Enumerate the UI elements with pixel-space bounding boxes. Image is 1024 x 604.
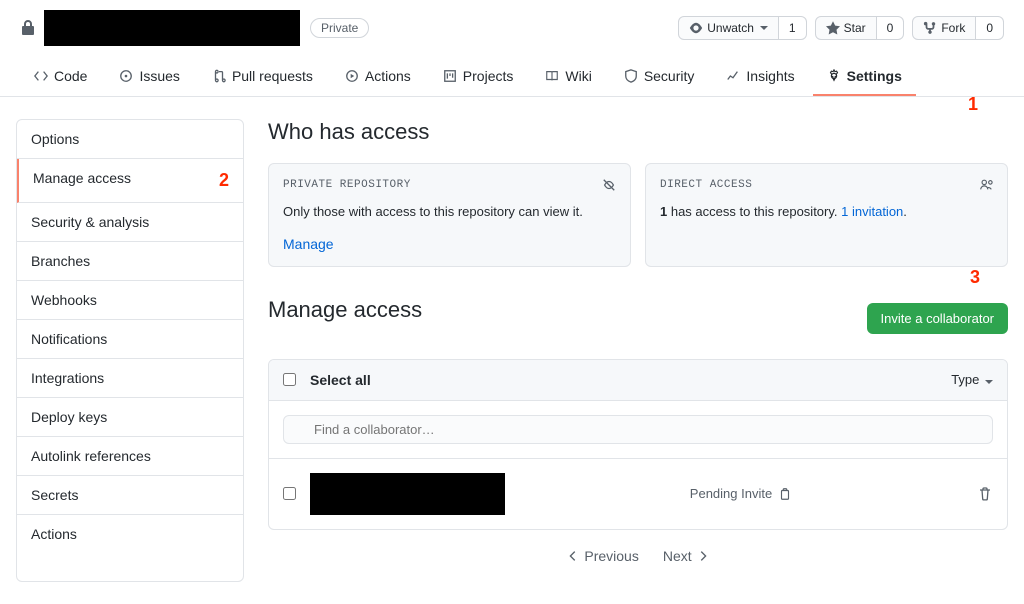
fork-group[interactable]: Fork 0 bbox=[912, 16, 1004, 40]
tab-issues[interactable]: Issues bbox=[105, 58, 193, 96]
direct-access-card: DIRECT ACCESS 1 has access to this repos… bbox=[645, 163, 1008, 267]
invitation-link[interactable]: 1 invitation bbox=[841, 204, 903, 219]
find-collaborator-input[interactable] bbox=[283, 415, 993, 444]
fork-icon bbox=[923, 21, 937, 35]
sidebar-item-deploy-keys[interactable]: Deploy keys bbox=[17, 398, 243, 437]
sidebar-item-webhooks[interactable]: Webhooks bbox=[17, 281, 243, 320]
tab-wiki[interactable]: Wiki bbox=[531, 58, 605, 96]
invite-collaborator-button[interactable]: Invite a collaborator bbox=[867, 303, 1008, 334]
manage-link[interactable]: Manage bbox=[283, 236, 616, 252]
private-card-body: Only those with access to this repositor… bbox=[283, 202, 616, 222]
tab-projects[interactable]: Projects bbox=[429, 58, 528, 96]
lock-icon bbox=[20, 20, 36, 36]
pagination: Previous Next bbox=[268, 530, 1008, 582]
chevron-right-icon bbox=[696, 549, 710, 563]
fork-label: Fork bbox=[941, 21, 965, 35]
tab-insights[interactable]: Insights bbox=[712, 58, 808, 96]
unwatch-count: 1 bbox=[779, 16, 807, 40]
private-card-title: PRIVATE REPOSITORY bbox=[283, 179, 411, 191]
book-icon bbox=[545, 69, 559, 83]
select-all-label: Select all bbox=[310, 372, 371, 388]
fork-count: 0 bbox=[976, 16, 1004, 40]
pull-request-icon bbox=[212, 69, 226, 83]
private-badge: Private bbox=[310, 18, 369, 38]
previous-page[interactable]: Previous bbox=[566, 548, 638, 564]
star-count: 0 bbox=[877, 16, 905, 40]
direct-card-title: DIRECT ACCESS bbox=[660, 179, 752, 191]
collaborator-name-redacted bbox=[310, 473, 505, 515]
repo-tabs: Code Issues Pull requests Actions Projec… bbox=[0, 58, 1024, 97]
caret-down-icon bbox=[760, 26, 768, 30]
people-icon bbox=[979, 178, 993, 192]
row-checkbox[interactable] bbox=[283, 487, 296, 500]
tab-security[interactable]: Security bbox=[610, 58, 709, 96]
issues-icon bbox=[119, 69, 133, 83]
private-repo-card: PRIVATE REPOSITORY Only those with acces… bbox=[268, 163, 631, 267]
pending-invite-label: Pending Invite bbox=[690, 486, 772, 501]
next-page[interactable]: Next bbox=[663, 548, 710, 564]
select-all-checkbox[interactable] bbox=[283, 373, 296, 386]
tab-actions[interactable]: Actions bbox=[331, 58, 425, 96]
callout-2: 2 bbox=[219, 170, 229, 191]
caret-down-icon bbox=[985, 380, 993, 384]
graph-icon bbox=[726, 69, 740, 83]
repo-name-redacted bbox=[44, 10, 300, 46]
sidebar-item-notifications[interactable]: Notifications bbox=[17, 320, 243, 359]
trash-icon[interactable] bbox=[977, 486, 993, 502]
tab-code[interactable]: Code bbox=[20, 58, 101, 96]
shield-icon bbox=[624, 69, 638, 83]
sidebar-item-options[interactable]: Options bbox=[17, 120, 243, 159]
collaborator-row: Pending Invite bbox=[269, 459, 1007, 529]
star-icon bbox=[826, 21, 840, 35]
who-has-access-heading: Who has access bbox=[268, 119, 1008, 145]
projects-icon bbox=[443, 69, 457, 83]
sidebar-item-secrets[interactable]: Secrets bbox=[17, 476, 243, 515]
main-content: Who has access PRIVATE REPOSITORY Only t… bbox=[268, 119, 1008, 582]
collaborators-panel: Select all Type Pending Invite bbox=[268, 359, 1008, 530]
sidebar-item-manage-access[interactable]: Manage access2 bbox=[17, 159, 243, 203]
sidebar-item-branches[interactable]: Branches bbox=[17, 242, 243, 281]
tab-pull-requests[interactable]: Pull requests bbox=[198, 58, 327, 96]
repo-header: Private Unwatch 1 Star 0 Fork 0 bbox=[0, 0, 1024, 58]
sidebar-item-autolink[interactable]: Autolink references bbox=[17, 437, 243, 476]
settings-sidebar: Options Manage access2 Security & analys… bbox=[16, 119, 244, 582]
sidebar-item-security[interactable]: Security & analysis bbox=[17, 203, 243, 242]
eye-icon bbox=[689, 21, 703, 35]
eye-closed-icon bbox=[602, 178, 616, 192]
star-label: Star bbox=[844, 21, 866, 35]
unwatch-group[interactable]: Unwatch 1 bbox=[678, 16, 806, 40]
callout-1: 1 bbox=[968, 94, 978, 115]
copy-icon[interactable] bbox=[778, 487, 792, 501]
sidebar-item-integrations[interactable]: Integrations bbox=[17, 359, 243, 398]
callout-3: 3 bbox=[970, 267, 980, 288]
tab-settings[interactable]: Settings bbox=[813, 58, 916, 96]
code-icon bbox=[34, 69, 48, 83]
star-group[interactable]: Star 0 bbox=[815, 16, 905, 40]
type-filter[interactable]: Type bbox=[951, 372, 993, 387]
gear-icon bbox=[827, 69, 841, 83]
manage-access-heading: Manage access bbox=[268, 297, 422, 323]
direct-card-body: 1 has access to this repository. 1 invit… bbox=[660, 202, 993, 222]
sidebar-item-actions[interactable]: Actions bbox=[17, 515, 243, 553]
chevron-left-icon bbox=[566, 549, 580, 563]
unwatch-label: Unwatch bbox=[707, 21, 754, 35]
play-icon bbox=[345, 69, 359, 83]
